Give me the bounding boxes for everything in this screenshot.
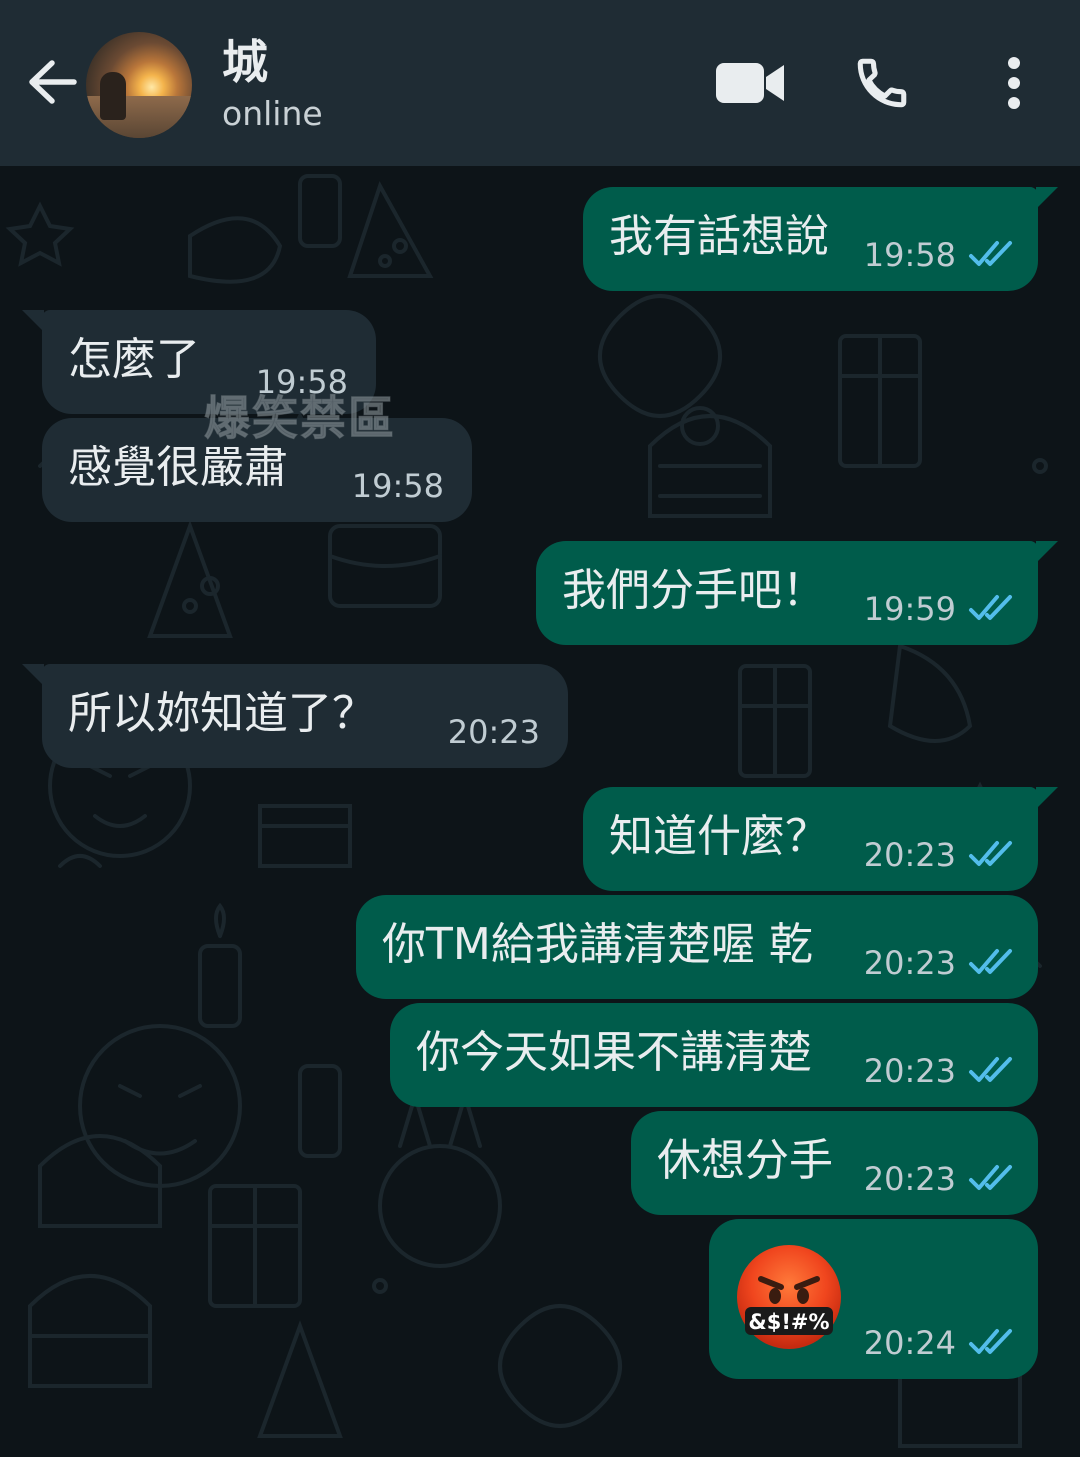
bubble-tail	[1036, 541, 1058, 563]
chat-area[interactable]: 我有話想說 19:58 怎麼了 19:58 感覺很嚴肅 19:58 我們分手吧！…	[0, 166, 1080, 1457]
bubble-tail	[22, 310, 44, 332]
back-button[interactable]	[24, 52, 80, 112]
message-time: 20:23	[447, 713, 540, 751]
bubble-tail	[22, 664, 44, 686]
video-call-icon	[716, 63, 784, 103]
double-check-icon	[969, 1057, 1012, 1082]
contact-status: online	[222, 94, 323, 133]
chat-header: 城 online	[0, 0, 1080, 166]
message-bubble-outgoing[interactable]: 我有話想說 19:58	[583, 187, 1038, 291]
video-call-button[interactable]	[712, 52, 788, 114]
message-time: 20:24	[863, 1324, 956, 1362]
message-text: 我們分手吧！	[562, 565, 826, 616]
avatar[interactable]	[86, 32, 192, 138]
message-time: 20:23	[863, 1160, 956, 1198]
back-arrow-icon	[29, 60, 77, 104]
voice-call-button[interactable]	[850, 52, 914, 114]
message-text: 所以妳知道了？	[68, 688, 376, 739]
double-check-icon	[969, 1329, 1012, 1354]
contact-name[interactable]: 城	[222, 34, 268, 90]
bubble-tail	[1036, 187, 1058, 209]
watermark: 爆笑禁區	[204, 391, 396, 446]
message-bubble-outgoing[interactable]: 知道什麼？ 20:23	[583, 787, 1038, 891]
bubble-tail	[1036, 787, 1058, 809]
double-check-icon	[969, 841, 1012, 866]
message-bubble-incoming[interactable]: 所以妳知道了？ 20:23	[42, 664, 568, 768]
message-bubble-outgoing[interactable]: &$!#% 20:24	[709, 1219, 1038, 1379]
message-time: 20:23	[863, 836, 956, 874]
double-check-icon	[969, 949, 1012, 974]
message-time: 19:58	[863, 236, 956, 274]
double-check-icon	[969, 595, 1012, 620]
message-bubble-outgoing[interactable]: 我們分手吧！ 19:59	[536, 541, 1038, 645]
message-text: 休想分手	[657, 1135, 833, 1186]
message-text: 你TM給我講清楚喔 乾	[382, 919, 813, 970]
message-bubble-outgoing[interactable]: 你今天如果不講清楚 20:23	[390, 1003, 1038, 1107]
message-time: 20:23	[863, 944, 956, 982]
more-options-button[interactable]	[994, 52, 1034, 114]
double-check-icon	[969, 241, 1012, 266]
double-check-icon	[969, 1165, 1012, 1190]
message-time: 19:58	[351, 467, 444, 505]
emoji-symbols: &$!#%	[748, 1310, 829, 1334]
face-with-symbols-on-mouth-emoji: &$!#%	[737, 1245, 841, 1349]
avatar-person	[100, 72, 126, 120]
message-time: 20:23	[863, 1052, 956, 1090]
message-text: 知道什麼？	[609, 811, 829, 862]
phone-icon	[857, 58, 907, 108]
message-text: 你今天如果不講清楚	[416, 1027, 812, 1078]
message-text: 怎麼了	[68, 334, 200, 385]
message-text: 我有話想說	[609, 211, 829, 262]
message-bubble-outgoing[interactable]: 休想分手 20:23	[631, 1111, 1038, 1215]
message-time: 19:59	[863, 590, 956, 628]
more-vert-icon	[1008, 57, 1020, 109]
message-bubble-outgoing[interactable]: 你TM給我講清楚喔 乾 20:23	[356, 895, 1038, 999]
